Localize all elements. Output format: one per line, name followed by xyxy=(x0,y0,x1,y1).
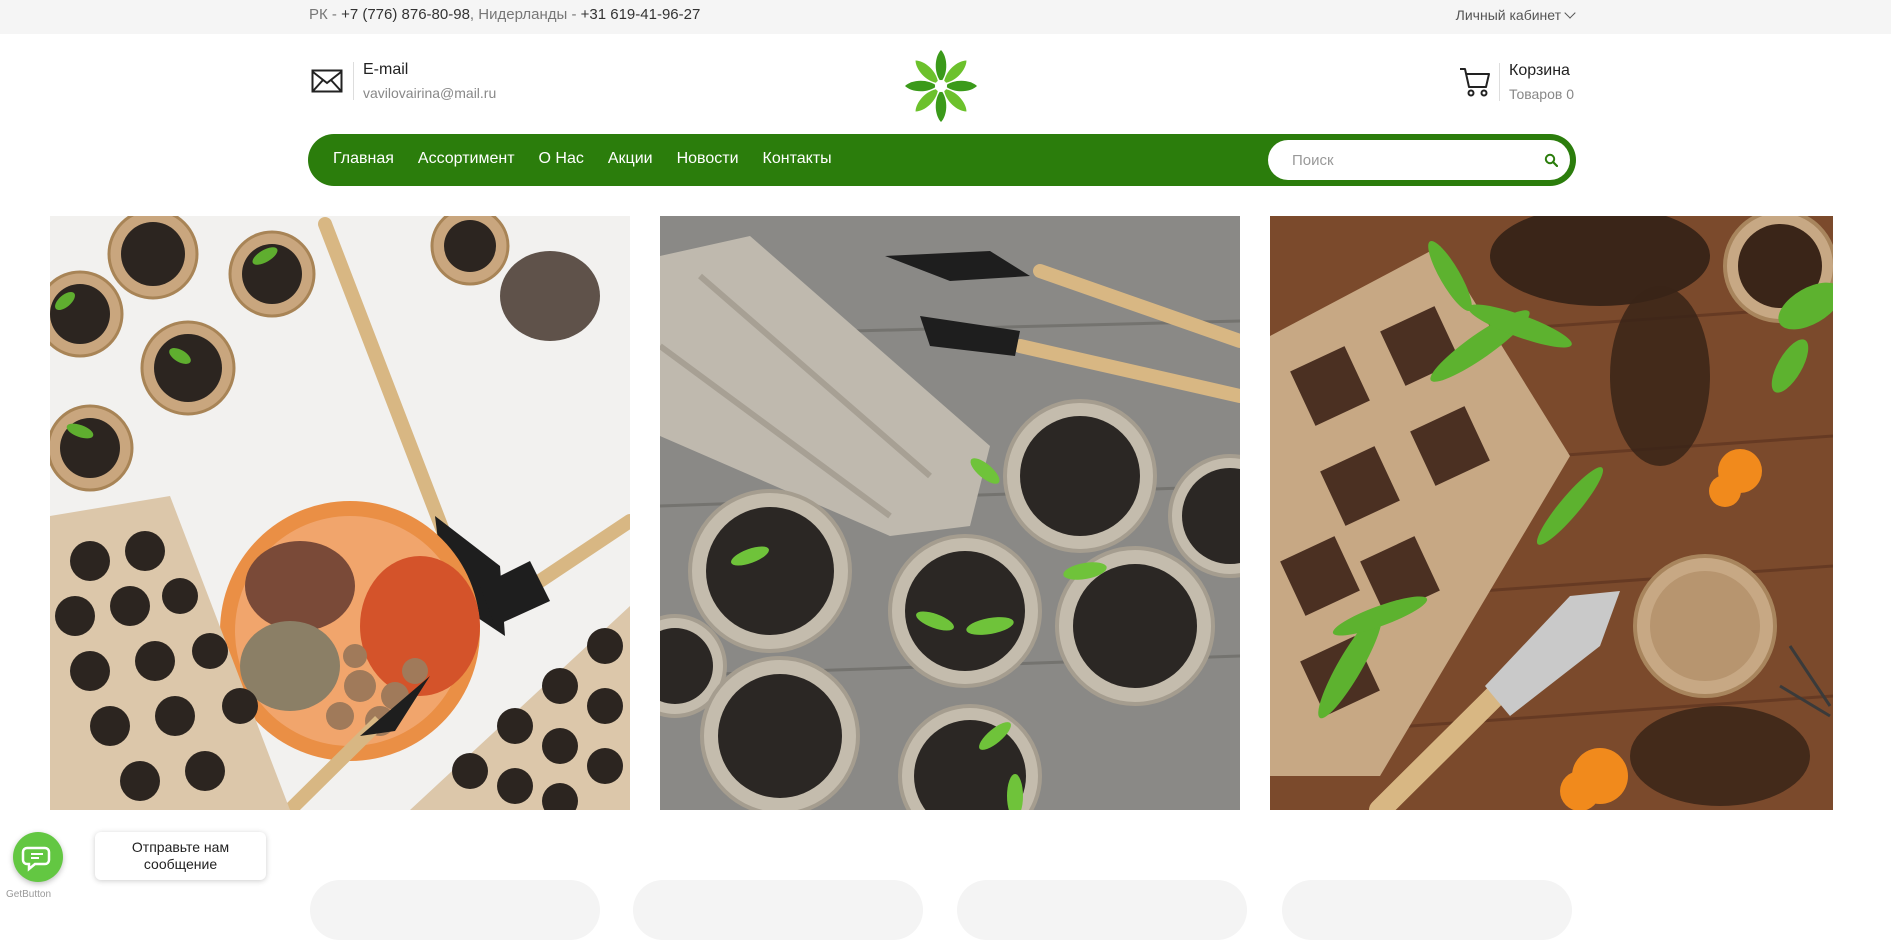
chat-button[interactable] xyxy=(13,832,63,882)
feature-cards xyxy=(0,880,1891,940)
feature-card xyxy=(957,880,1247,940)
phone-kz-link[interactable]: +7 (776) 876-80-98 xyxy=(341,6,470,23)
cart-title: Корзина xyxy=(1509,62,1570,79)
feature-card xyxy=(310,880,600,940)
chat-icon xyxy=(21,846,51,872)
search-input[interactable] xyxy=(1292,150,1522,170)
contact-phones: РК - +7 (776) 876-80-98, Нидерланды - +3… xyxy=(309,6,700,23)
top-bar: РК - +7 (776) 876-80-98, Нидерланды - +3… xyxy=(0,0,1891,34)
search-icon[interactable] xyxy=(1544,153,1558,167)
nav-item-promotions[interactable]: Акции xyxy=(608,150,653,168)
divider xyxy=(1499,63,1500,101)
banner-image-3[interactable] xyxy=(1270,216,1833,810)
phone-prefix-kz: РК - xyxy=(309,6,342,23)
chat-tooltip[interactable]: Отправьте нам сообщение xyxy=(95,832,266,880)
nav-item-about[interactable]: О Нас xyxy=(539,150,584,168)
email-contact[interactable]: E-mail vavilovairina@mail.ru xyxy=(311,61,496,101)
email-title: E-mail xyxy=(363,61,409,78)
banner-image-1[interactable] xyxy=(50,216,630,810)
feature-card xyxy=(1282,880,1572,940)
cart-count: Товаров 0 xyxy=(1509,86,1574,102)
email-address[interactable]: vavilovairina@mail.ru xyxy=(363,85,496,101)
banner-image-2[interactable] xyxy=(660,216,1240,810)
header: E-mail vavilovairina@mail.ru Корзина Тов… xyxy=(0,34,1891,134)
feature-card xyxy=(633,880,923,940)
search-box xyxy=(1268,140,1570,180)
logo-flower-icon[interactable] xyxy=(901,46,981,126)
phone-nl-link[interactable]: +31 619-41-96-27 xyxy=(581,6,701,23)
mail-icon xyxy=(311,69,343,93)
divider xyxy=(353,62,354,100)
account-menu[interactable]: Личный кабинет xyxy=(1455,7,1576,23)
nav-item-contacts[interactable]: Контакты xyxy=(763,150,832,168)
account-label: Личный кабинет xyxy=(1455,7,1561,23)
nav-item-news[interactable]: Новости xyxy=(677,150,739,168)
chevron-down-icon xyxy=(1564,7,1576,19)
nav-item-home[interactable]: Главная xyxy=(333,150,394,168)
getbutton-credit[interactable]: GetButton xyxy=(6,889,51,900)
nav-item-catalog[interactable]: Ассортимент xyxy=(418,150,515,168)
cart[interactable]: Корзина Товаров 0 xyxy=(1459,62,1574,102)
main-nav: Главная Ассортимент О Нас Акции Новости … xyxy=(308,134,1576,186)
cart-icon xyxy=(1460,68,1490,97)
phone-separator: , Нидерланды - xyxy=(469,6,581,23)
